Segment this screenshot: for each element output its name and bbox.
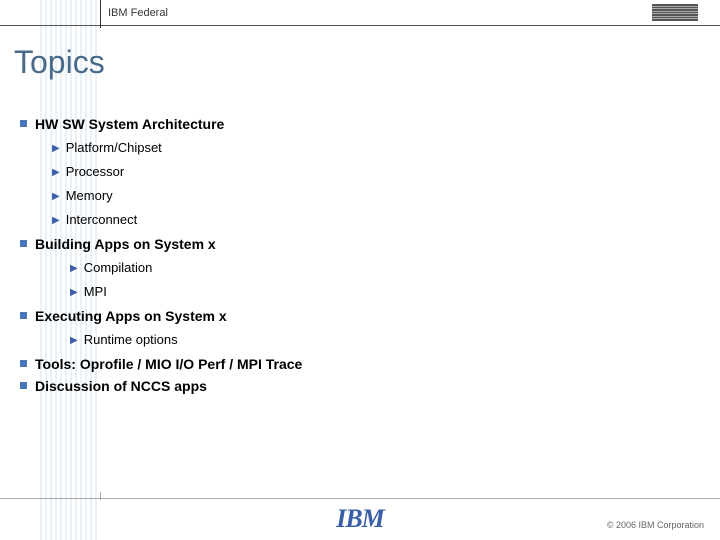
header-bar: IBM Federal: [0, 0, 720, 26]
sub-label: Memory: [66, 187, 113, 205]
sub-label: Compilation: [84, 259, 153, 277]
arrow-icon: ▶: [70, 286, 78, 300]
topic-label: Executing Apps on System x: [35, 307, 227, 327]
arrow-icon: ▶: [52, 190, 60, 204]
square-bullet-icon: [20, 312, 27, 319]
topic-label: Building Apps on System x: [35, 235, 216, 255]
arrow-icon: ▶: [70, 334, 78, 348]
topics-list: HW SW System Architecture ▶ Platform/Chip…: [20, 115, 720, 396]
sub-label: MPI: [84, 283, 107, 301]
topic-item: Tools: Oprofile / MIO I/O Perf / MPI Tra…: [20, 355, 720, 375]
square-bullet-icon: [20, 240, 27, 247]
ibm-footer-logo: IBM: [336, 504, 384, 534]
sub-label: Runtime options: [84, 331, 178, 349]
square-bullet-icon: [20, 360, 27, 367]
page-title: Topics: [14, 44, 720, 81]
topic-label: HW SW System Architecture: [35, 115, 224, 135]
sub-item: ▶ Platform/Chipset: [52, 139, 720, 157]
arrow-icon: ▶: [70, 262, 78, 276]
topic-item: HW SW System Architecture: [20, 115, 720, 135]
sub-label: Platform/Chipset: [66, 139, 162, 157]
sub-list: ▶ Platform/Chipset ▶ Processor ▶ Memory ▶ In…: [52, 139, 720, 230]
sub-item: ▶ Processor: [52, 163, 720, 181]
topic-label: Discussion of NCCS apps: [35, 377, 207, 397]
header-label: IBM Federal: [108, 7, 168, 19]
sub-item: ▶ Compilation: [70, 259, 720, 277]
sub-list: ▶ Compilation ▶ MPI: [70, 259, 720, 301]
sub-item: ▶ Interconnect: [52, 211, 720, 229]
arrow-icon: ▶: [52, 142, 60, 156]
topic-item: Building Apps on System x: [20, 235, 720, 255]
sub-item: ▶ MPI: [70, 283, 720, 301]
sub-label: Interconnect: [66, 211, 138, 229]
topic-item: Executing Apps on System x: [20, 307, 720, 327]
footer-tick: [100, 492, 101, 500]
copyright-text: © 2006 IBM Corporation: [607, 520, 704, 530]
arrow-icon: ▶: [52, 166, 60, 180]
sub-item: ▶ Memory: [52, 187, 720, 205]
ibm-logo-icon: [652, 4, 698, 27]
footer-divider: [0, 498, 720, 499]
sub-list: ▶ Runtime options: [70, 331, 720, 349]
topic-item: Discussion of NCCS apps: [20, 377, 720, 397]
square-bullet-icon: [20, 120, 27, 127]
arrow-icon: ▶: [52, 214, 60, 228]
footer: IBM © 2006 IBM Corporation: [0, 492, 720, 540]
header-divider: [100, 0, 101, 28]
sub-label: Processor: [66, 163, 125, 181]
square-bullet-icon: [20, 382, 27, 389]
topic-label: Tools: Oprofile / MIO I/O Perf / MPI Tra…: [35, 355, 302, 375]
sub-item: ▶ Runtime options: [70, 331, 720, 349]
